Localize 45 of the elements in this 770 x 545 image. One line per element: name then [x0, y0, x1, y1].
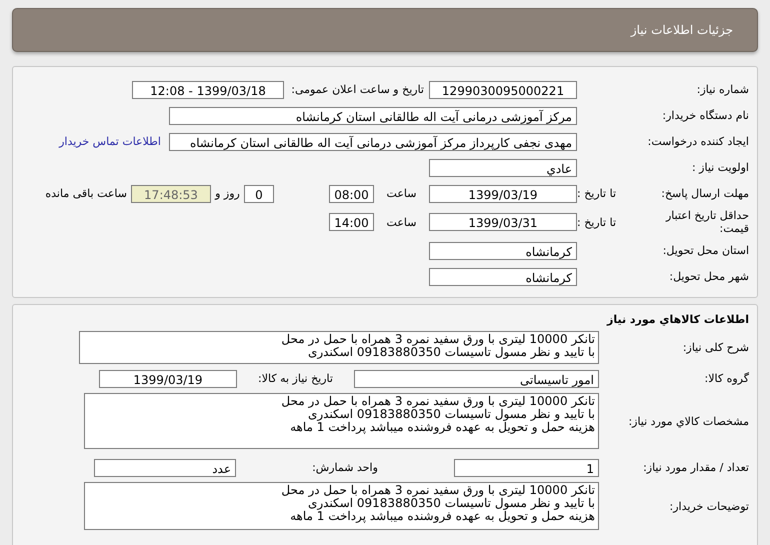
contact-link[interactable]: اطلاعات تماس خریدار [59, 135, 161, 148]
field-value: عدد [94, 458, 236, 476]
field-label: ایجاد کننده درخواست: [646, 135, 749, 148]
field-label: تاریخ و ساعت اعلان عمومی: [290, 83, 425, 96]
field-label: ساعت [386, 216, 418, 228]
field-label: حداقل تاریخ اعتبار قیمت: [664, 209, 749, 235]
field-value: مرکز آموزشی درمانی آیت اله طالقانی استان کرمانشاه [169, 106, 577, 124]
field-label: نام دستگاه خریدار: [661, 109, 749, 122]
field-label: استان محل تحویل: [662, 244, 749, 257]
field-value: 1399/03/18 - 12:08 [132, 80, 284, 98]
field-value: مهدی نجفی کارپرداز مرکز آموزشی درمانی آیت اله طالقانی استان کرمانشاه [169, 132, 577, 150]
field-value: 17:48:53 [131, 184, 211, 202]
field-label: واحد شمارش: [311, 461, 379, 474]
field-label: مشخصات کالاي مورد نياز: [627, 414, 749, 428]
field-value: 1299030095000221 [429, 80, 577, 98]
field-label: روز و [214, 187, 241, 200]
field-label: ساعت باقی مانده [45, 187, 128, 200]
field-label: تعداد / مقدار مورد نیاز: [642, 461, 749, 474]
field-value: 1399/03/31 [429, 213, 577, 231]
field-value: 1 [454, 458, 599, 476]
text-area: تانکر 10000 لیتری با ورق سفید نمره 3 همراه با حمل در محل با تایید و نظر مسول تاسیسات 09183880350 اسکندری هزینه حمل و تحویل به عهده فروشنده میباشد پرداخت 1 ماهه [84, 482, 599, 530]
field-value: 14:00 [329, 213, 374, 231]
page-title: جزئیات اطلاعات نیاز [630, 23, 733, 37]
field-label: گروه کالا: [704, 372, 749, 385]
field-value: 0 [244, 184, 274, 202]
field-label: ساعت [386, 187, 418, 200]
field-label: تاریخ نیاز به کالا: [257, 372, 334, 385]
field-value: 1399/03/19 [429, 184, 577, 202]
field-label: توضیحات خریدار: [668, 500, 749, 512]
field-value: 08:00 [329, 184, 374, 202]
field-label: تا تاریخ : [577, 187, 616, 200]
field-value: امور تاسیساتی [354, 370, 599, 388]
section-title: اطلاعات کالاهاي مورد نياز [606, 312, 749, 328]
field-label: تا تاریخ : [577, 216, 616, 228]
field-label: مهلت ارسال پاسخ: [660, 187, 749, 200]
field-label: شرح کلی نیاز: [682, 341, 749, 354]
field-value: عادي [429, 158, 577, 176]
field-value: کرمانشاه [429, 268, 577, 286]
field-label: شهر محل تحویل: [668, 270, 749, 283]
field-label: اولویت نیاز : [690, 161, 749, 174]
field-value: کرمانشاه [429, 242, 577, 260]
field-label: شماره نیاز: [696, 83, 749, 96]
field-value: 1399/03/19 [99, 370, 237, 388]
text-area: تانکر 10000 لیتری با ورق سفید نمره 3 همراه با حمل در محل با تایید و نظر مسول تاسیسات 09183880350 اسکندری [79, 331, 599, 364]
text-area: تانکر 10000 لیتری با ورق سفید نمره 3 همراه با حمل در محل با تایید و نظر مسول تاسیسات 09183880350 اسکندری هزینه حمل و تحویل به عهده فروشنده میباشد پرداخت 1 ماهه [84, 393, 599, 449]
